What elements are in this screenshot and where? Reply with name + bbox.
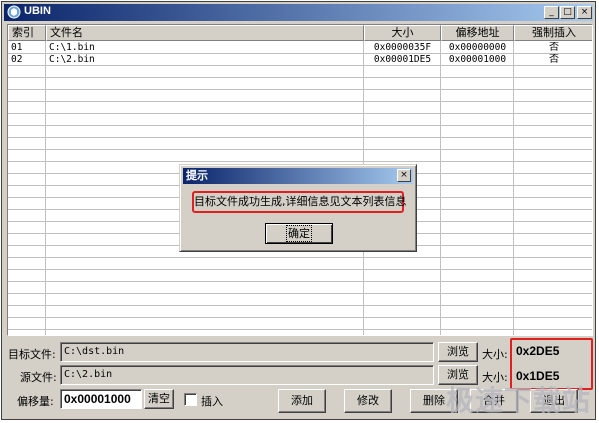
target-browse-button[interactable]: 浏览 [438, 342, 478, 362]
column-size[interactable]: 大小 [364, 25, 441, 41]
message-dialog: 提示 × 目标文件成功生成,详细信息见文本列表信息 确定 [179, 164, 417, 252]
source-file-field[interactable]: C:\2.bin [60, 365, 434, 385]
dialog-title-bar[interactable]: 提示 × [183, 168, 413, 184]
clear-button[interactable]: 清空 [144, 389, 174, 409]
grid-line [8, 89, 592, 90]
target-file-field[interactable]: C:\dst.bin [60, 342, 434, 362]
add-button[interactable]: 添加 [278, 389, 326, 413]
grid-line [8, 269, 592, 270]
row-size: 0x00001DE5 [373, 54, 432, 65]
grid-line [8, 137, 592, 138]
app-window: UBIN _ □ × 索引 文件名 大小 偏移地址 强制插入 01 C:\1.b… [1, 1, 596, 420]
table-row[interactable]: 01 C:\1.bin 0x0000035F 0x00000000 否 [8, 42, 592, 54]
insert-checkbox[interactable] [184, 393, 197, 406]
grid-line [8, 149, 592, 150]
target-size-label: 大小: [482, 348, 508, 361]
window-title: UBIN [24, 5, 51, 17]
source-file-label: 源文件: [20, 371, 57, 384]
row-filename: C:\1.bin [49, 42, 95, 53]
offset-label: 偏移量: [17, 395, 54, 408]
modify-button[interactable]: 修改 [344, 389, 392, 413]
column-filename[interactable]: 文件名 [46, 25, 364, 41]
column-index[interactable]: 索引 [8, 25, 46, 41]
grid-line [8, 101, 592, 102]
row-size: 0x0000035F [373, 42, 432, 53]
grid-line [8, 293, 592, 294]
dialog-ok-label: 确定 [286, 225, 312, 242]
row-offset: 0x00000000 [448, 42, 507, 53]
row-offset: 0x00001000 [448, 54, 507, 65]
list-header: 索引 文件名 大小 偏移地址 强制插入 [8, 25, 592, 41]
row-filename: C:\2.bin [49, 54, 95, 65]
grid-line [8, 305, 592, 306]
watermark: 极速下载站 [445, 384, 591, 417]
grid-line [8, 329, 592, 330]
grid-line [8, 77, 592, 78]
grid-line [513, 41, 514, 335]
grid-line [8, 257, 592, 258]
dialog-title: 提示 [186, 169, 208, 182]
grid-line [8, 125, 592, 126]
grid-line [8, 113, 592, 114]
dialog-ok-button[interactable]: 确定 [265, 223, 333, 244]
row-index: 01 [11, 42, 23, 53]
row-index: 02 [11, 54, 23, 65]
title-bar[interactable]: UBIN _ □ × [4, 4, 593, 21]
row-force-insert: 否 [549, 54, 559, 65]
column-offset[interactable]: 偏移地址 [441, 25, 514, 41]
app-icon [7, 5, 21, 19]
dialog-message: 目标文件成功生成,详细信息见文本列表信息 [192, 191, 407, 213]
grid-line [440, 41, 441, 335]
grid-line [8, 161, 592, 162]
row-force-insert: 否 [549, 42, 559, 53]
close-button[interactable]: × [577, 6, 592, 19]
grid-line [45, 41, 46, 335]
insert-label: 插入 [201, 395, 223, 408]
minimize-button[interactable]: _ [544, 6, 559, 19]
table-row[interactable]: 02 C:\2.bin 0x00001DE5 0x00001000 否 [8, 54, 592, 66]
target-file-label: 目标文件: [8, 348, 56, 361]
grid-line [8, 317, 592, 318]
grid-line [8, 281, 592, 282]
maximize-button[interactable]: □ [560, 6, 575, 19]
offset-input[interactable]: 0x00001000 [60, 389, 142, 409]
column-force-insert[interactable]: 强制插入 [514, 25, 592, 41]
dialog-close-button[interactable]: × [397, 169, 411, 182]
